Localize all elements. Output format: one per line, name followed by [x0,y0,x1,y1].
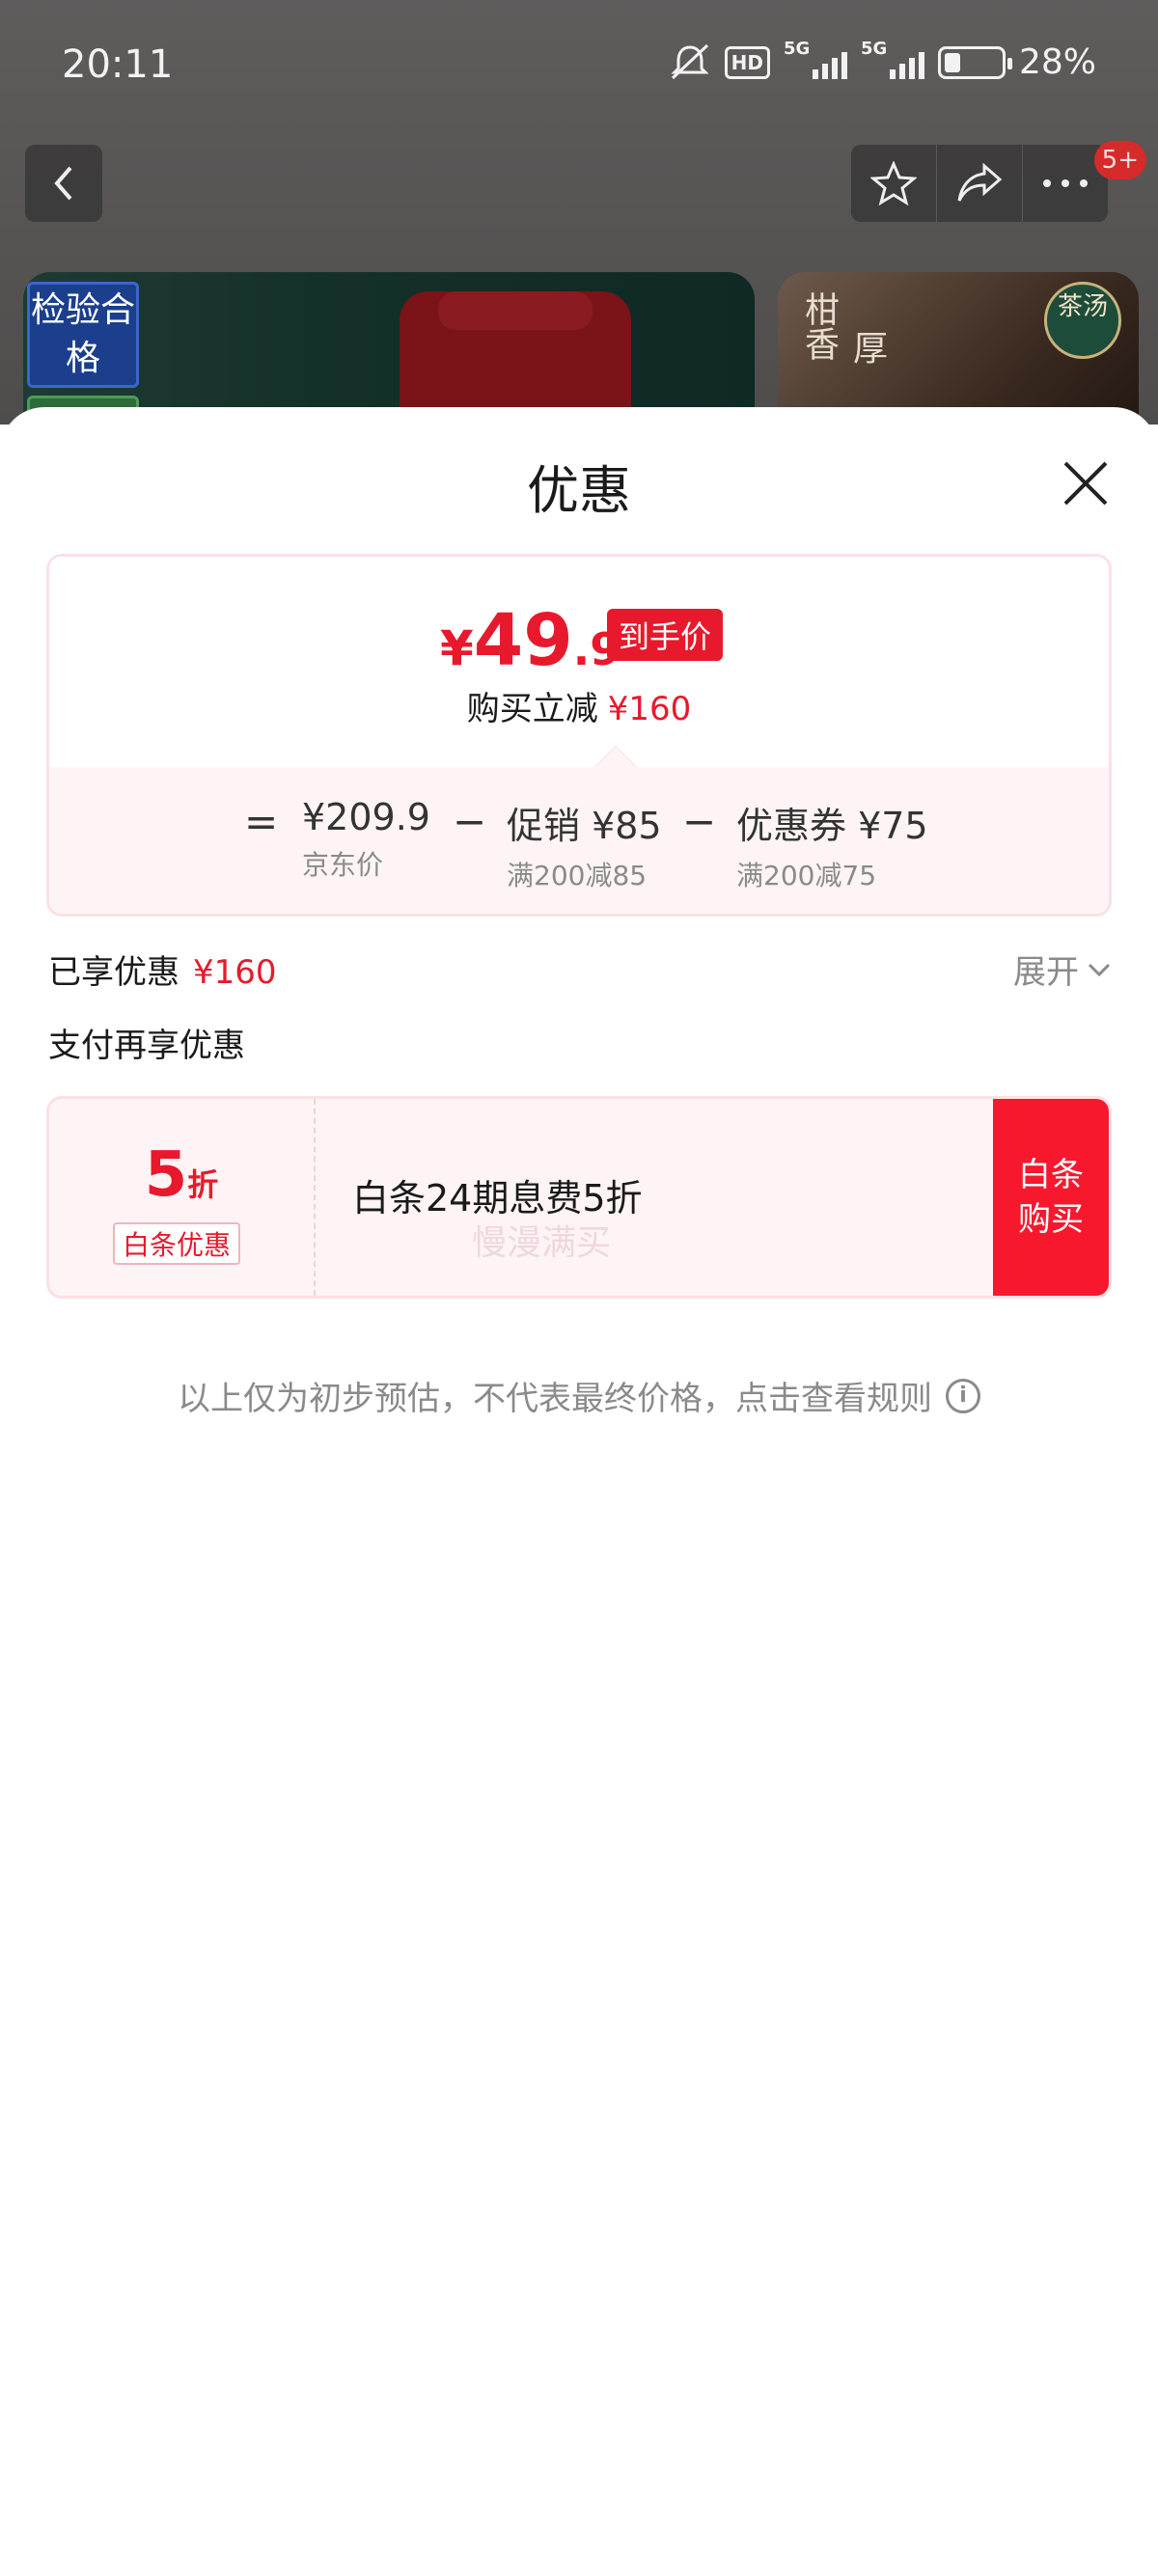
enjoyed-label: 已享优惠 [48,953,179,992]
info-icon[interactable]: i [946,1378,980,1413]
instant-reduce-amount: ¥160 [607,690,692,728]
promotion-label: 满200减85 [507,860,648,891]
baitiao-buy-button[interactable]: 白条购买 [993,1099,1109,1296]
instant-reduce: 购买立减 ¥160 [49,682,1109,729]
disclaimer[interactable]: 以上仅为初步预估，不代表最终价格，点击查看规则 i [0,1372,1158,1419]
expand-button[interactable]: 展开 [1013,945,1112,993]
pay-discount-title: 支付再享优惠 [48,1027,245,1065]
more-icon [1043,179,1088,187]
message-badge: 5+ [1093,141,1146,179]
signal-icon-2: 5G [861,39,924,79]
disclaimer-text: 以上仅为初步预估，不代表最终价格，点击查看规则 [178,1380,932,1418]
vertical-text-1: 柑香 [799,291,839,361]
equals-sign: = [244,798,279,845]
price-formula: = ¥209.9 京东价 − 促销 ¥85 满200减85 − 优惠券 ¥75 … [49,767,1109,914]
price-summary: ¥ 49 .9 到手价 购买立减 ¥160 [49,557,1109,767]
jd-price-label: 京东价 [302,849,384,881]
final-price: ¥ 49 .9 [440,599,620,682]
jd-price: ¥209.9 京东价 [302,796,430,883]
battery-icon [937,45,1012,79]
promotion: 促销 ¥85 满200减85 [507,796,662,893]
price-integer: 49 [473,599,573,682]
vertical-text-2: 厚 [847,330,887,365]
hd-icon: HD [724,45,770,79]
back-button[interactable] [25,145,102,222]
baitiao-discount: 5折 [49,1139,314,1211]
baitiao-discount-unit: 折 [187,1166,219,1203]
enjoyed-discount: 已享优惠 ¥160 [48,945,277,993]
baitiao-offer-card: 5折 白条优惠 白条24期息费5折 慢漫满买 白条购买 [46,1096,1112,1299]
minus-sign-1: − [453,798,487,845]
coupon-label: 满200减75 [736,860,877,891]
status-time: 20:11 [62,42,174,87]
battery-percent: 28% [1018,42,1096,82]
price-card: ¥ 49 .9 到手价 购买立减 ¥160 = ¥209.9 京东价 − 促销 ¥… [46,554,1112,917]
baitiao-discount-number: 5 [144,1139,188,1211]
close-button[interactable] [1060,457,1112,509]
nav-actions [851,145,1108,222]
star-icon [870,161,917,206]
share-button[interactable] [937,145,1023,222]
close-icon [1063,461,1108,506]
baitiao-discount-section: 5折 白条优惠 [49,1099,316,1296]
baitiao-tag: 白条优惠 [113,1222,241,1265]
signal-icon-1: 5G [784,39,847,79]
baitiao-watermark: 慢漫满买 [472,1223,612,1263]
minus-sign-2: − [682,798,717,845]
chevron-down-icon [1088,963,1111,976]
tea-can-lid [438,291,593,330]
sheet-title: 优惠 [527,460,631,521]
status-icons: HD 5G 5G 28% [669,39,1096,82]
discount-sheet: 优惠 ¥ 49 .9 到手价 购买立减¥160 = ¥209.9 京东价 − [0,407,1158,2576]
favorite-button[interactable] [851,145,937,222]
coupon: 优惠券 ¥75 满200减75 [736,796,928,893]
share-icon [957,162,1003,202]
instant-reduce-label: 购买立减 [466,690,598,728]
quality-badge: 检验合格 [27,282,139,388]
back-icon [54,166,72,201]
coupon-value: 优惠券 ¥75 [736,805,928,847]
jd-price-value: ¥209.9 [302,796,430,838]
expand-label: 展开 [1013,953,1079,992]
promotion-value: 促销 ¥85 [507,805,662,847]
final-price-tag: 到手价 [607,609,724,661]
enjoyed-amount: ¥160 [193,953,277,992]
price-currency: ¥ [440,620,474,676]
status-bar: 20:11 HD 5G 5G 28% [0,0,1158,135]
baitiao-description: 白条24期息费5折 [352,1177,643,1219]
mute-icon [671,43,709,79]
tea-seal: 茶汤 [1044,282,1121,359]
